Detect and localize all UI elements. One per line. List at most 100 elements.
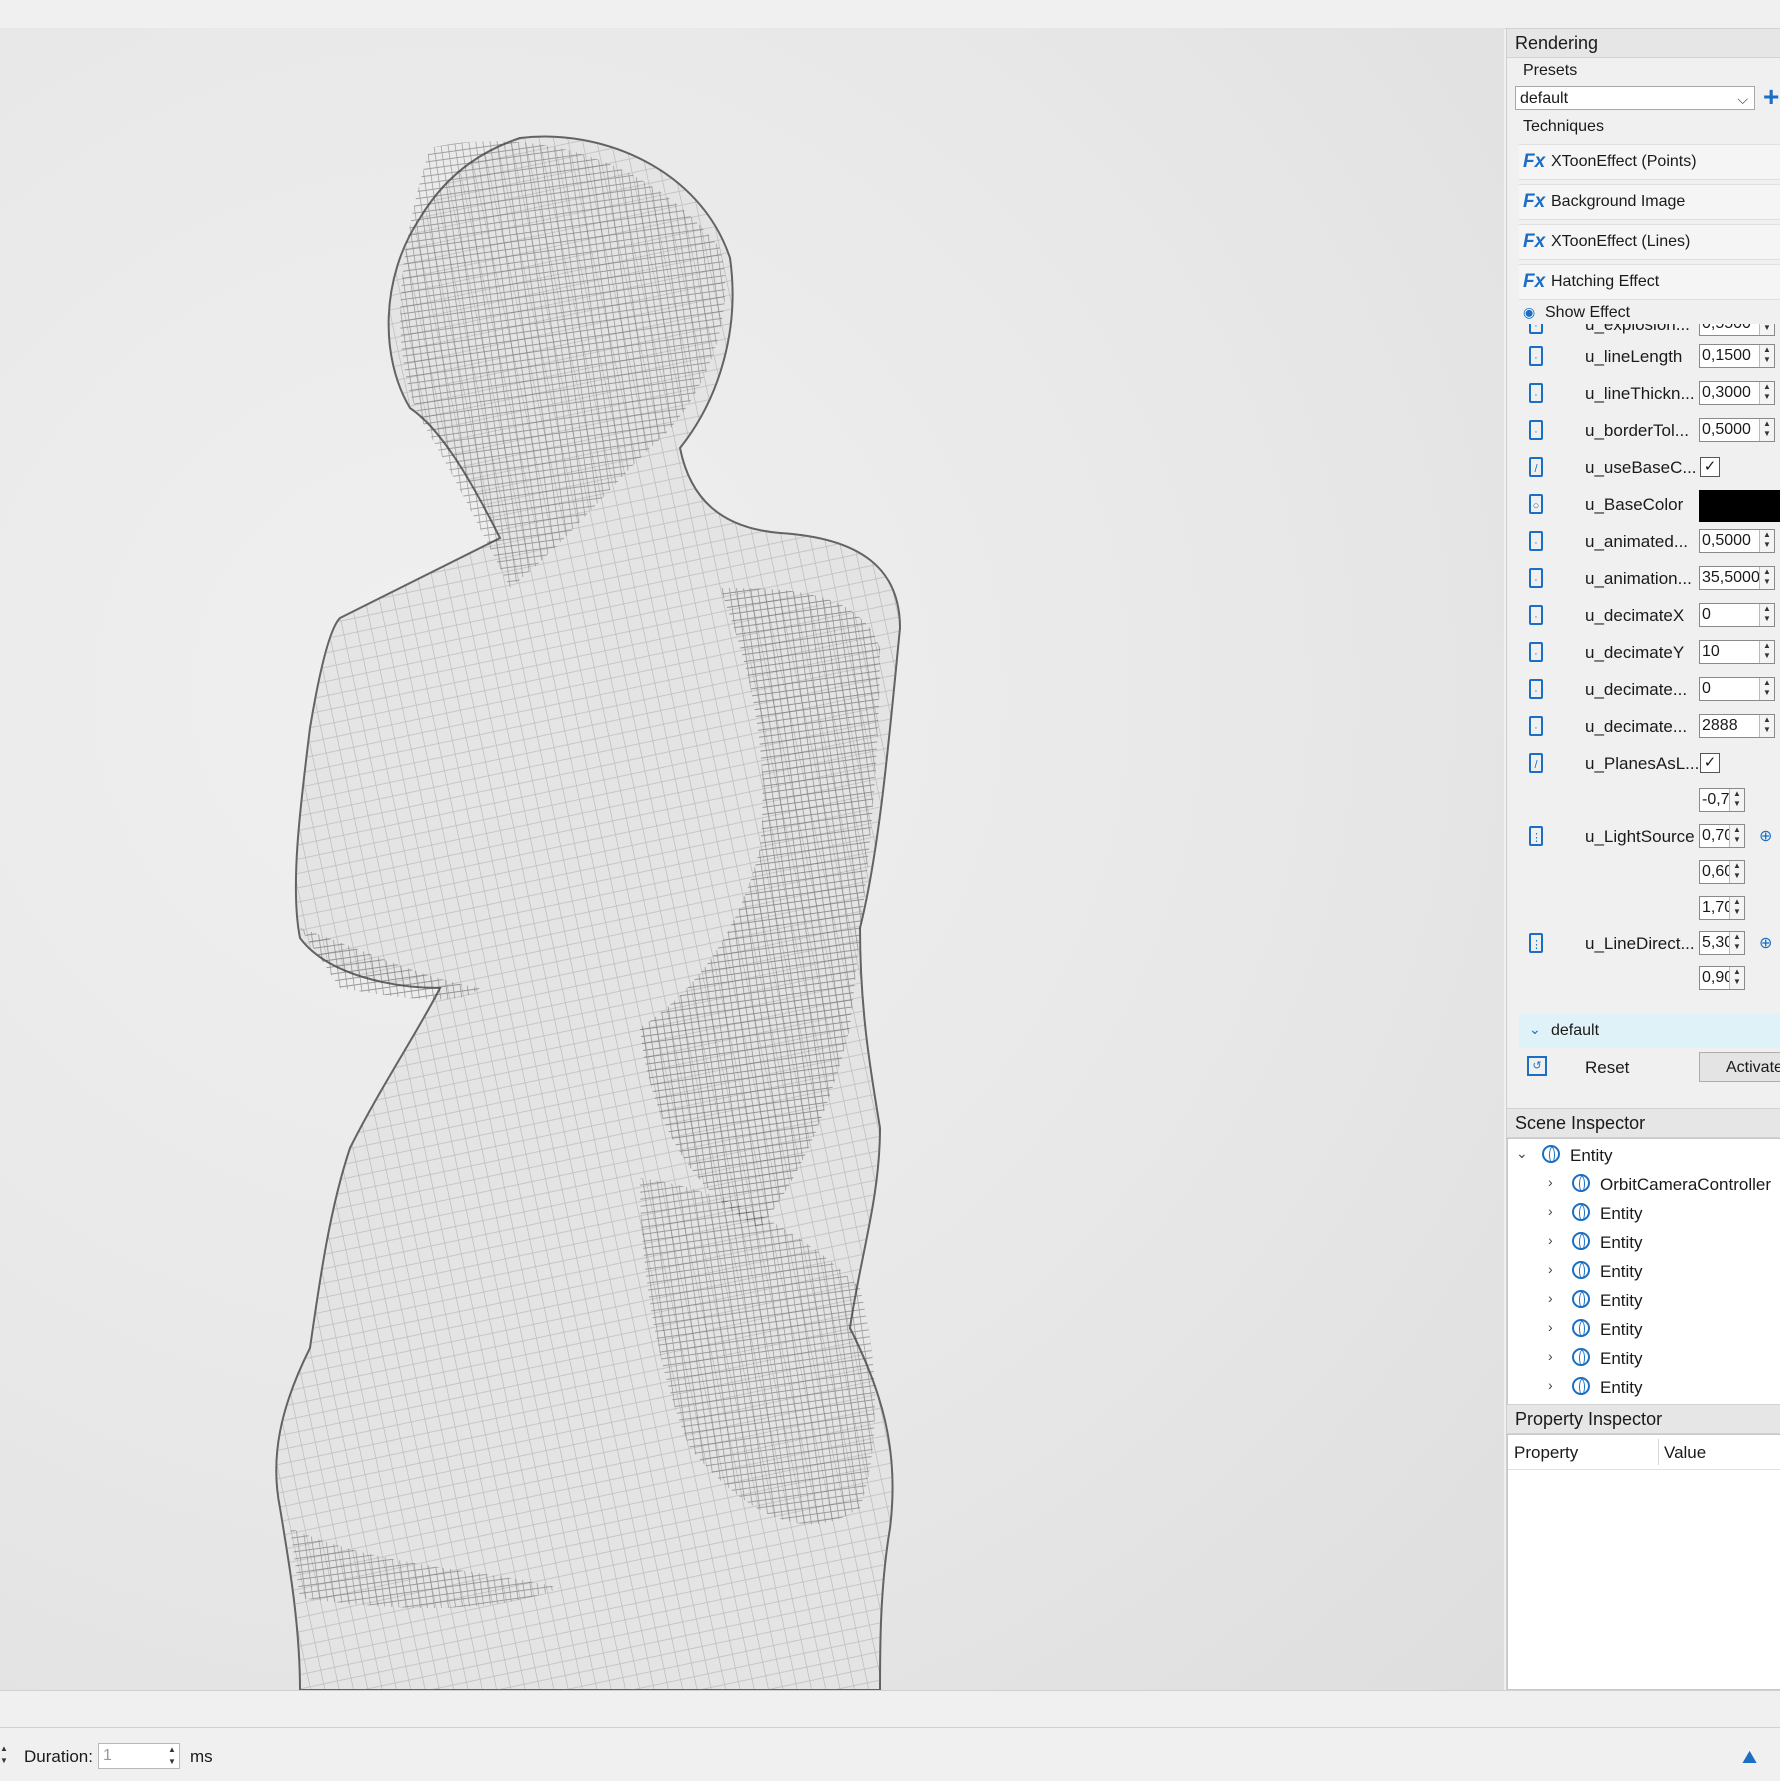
param-spinbox[interactable]: 10 ▲ ▼ [1699,640,1775,664]
technique-label: XToonEffect (Points) [1551,153,1697,170]
spin-arrows-icon[interactable]: ▲▼ [1759,678,1774,700]
chevron-down-icon: ⌵ [1737,91,1748,107]
tree-node[interactable]: › Entity [1508,1373,1780,1401]
render-viewport[interactable] [0,28,1504,1690]
add-preset-icon[interactable]: + [1763,83,1779,111]
spin-arrows-icon[interactable]: ▲▼ [1729,967,1744,989]
link-icon[interactable]: ⊕ [1759,933,1772,953]
preset-dropdown[interactable]: default ⌵ [1515,86,1755,110]
default-group-label: default [1551,1022,1600,1039]
show-effect-toggle[interactable]: ◉ Show Effect [1519,302,1780,324]
fx-icon: Fx [1523,231,1546,252]
vector-parameter-icon: ⋮ [1529,826,1543,846]
tree-node[interactable]: › Entity [1508,1315,1780,1343]
chevron-right-icon[interactable]: › [1548,1319,1553,1335]
globe-icon [1572,1174,1590,1192]
bool-parameter-icon: / [1529,457,1543,477]
tree-node[interactable]: › Entity [1508,1257,1780,1285]
spin-arrows-icon[interactable]: ▲▼ [165,1744,179,1768]
spin-arrows-icon[interactable]: ▲▼ [1759,345,1774,367]
spin-arrows-icon[interactable]: ▲▼ [1759,324,1774,335]
param-checkbox[interactable]: ✓ [1700,753,1720,773]
vector-spinbox[interactable]: 1,70 ▲ ▼ [1699,896,1745,920]
spin-arrows-icon[interactable]: ▲▼ [1759,641,1774,663]
param-spinbox[interactable]: 0,3000 ▲ ▼ [1699,381,1775,405]
tree-node-label: Entity [1600,1291,1643,1310]
param-spinbox[interactable]: 0,5500 ▲▼ [1699,324,1775,336]
column-header-property[interactable]: Property [1514,1443,1578,1463]
eye-icon: ◉ [1523,304,1536,320]
vector-spinbox[interactable]: 0,70 ▲ ▼ [1699,824,1745,848]
column-divider[interactable] [1658,1439,1659,1465]
rendering-section-title: Rendering [1507,28,1780,58]
vector-spinbox[interactable]: -0,70 ▲ ▼ [1699,788,1745,812]
link-icon[interactable]: ⊕ [1759,826,1772,846]
top-toolbar [0,0,1780,29]
param-spinbox[interactable]: 0,5000 ▲ ▼ [1699,418,1775,442]
chevron-right-icon[interactable]: › [1548,1377,1553,1393]
tree-node-root[interactable]: ⌄ Entity [1508,1141,1780,1169]
duration-spinbox[interactable]: 1 ▲ ▼ [98,1743,180,1769]
spin-arrows-icon[interactable]: ▲▼ [1729,789,1744,811]
globe-icon [1542,1145,1560,1163]
chevron-down-icon[interactable]: ⌄ [1516,1145,1528,1162]
param-spinbox[interactable]: 0 ▲ ▼ [1699,677,1775,701]
activate-button[interactable]: Activate [1699,1052,1780,1082]
tree-node[interactable]: › Entity [1508,1228,1780,1256]
spin-arrows-icon[interactable]: ▲▼ [1729,825,1744,847]
chevron-right-icon[interactable]: › [1548,1174,1553,1190]
param-label: u_lineLength [1585,347,1683,366]
spin-arrows-icon[interactable]: ▲▼ [0,1743,16,1769]
spin-arrows-icon[interactable]: ▲▼ [1759,715,1774,737]
color-swatch[interactable] [1699,490,1780,522]
divider [0,1727,1780,1728]
chevron-right-icon[interactable]: › [1548,1261,1553,1277]
technique-label: Background Image [1551,193,1686,210]
param-value: 0,5500 [1702,324,1751,332]
tree-node[interactable]: › Entity [1508,1344,1780,1372]
param-spinbox[interactable]: 0 ▲ ▼ [1699,603,1775,627]
bool-parameter-icon: / [1529,753,1543,773]
vector-spinbox[interactable]: 0,90 ▲ ▼ [1699,966,1745,990]
chevron-right-icon[interactable]: › [1548,1290,1553,1306]
param-spinbox[interactable]: 35,5000 ▲ ▼ [1699,566,1775,590]
chevron-right-icon[interactable]: › [1548,1232,1553,1248]
spin-arrows-icon[interactable]: ▲▼ [1729,932,1744,954]
default-group-row[interactable]: ⌄ default [1519,1014,1780,1048]
spin-arrows-icon[interactable]: ▲▼ [1759,419,1774,441]
spin-arrows-icon[interactable]: ▲▼ [1729,861,1744,883]
param-row: · u_decimate... 2888 ▲ ▼ [1519,712,1780,742]
technique-item[interactable]: Fx Hatching Effect [1519,264,1780,300]
tree-node[interactable]: › OrbitCameraController [1508,1170,1780,1198]
param-spinbox[interactable]: 0,1500 ▲ ▼ [1699,344,1775,368]
param-value: 10 [1702,643,1720,660]
spin-arrows-icon[interactable]: ▲▼ [1729,897,1744,919]
param-row: · u_lineLength 0,1500 ▲ ▼ [1519,342,1780,372]
reset-icon[interactable]: ↺ [1527,1056,1547,1076]
spin-arrows-icon[interactable]: ▲▼ [1759,382,1774,404]
vector-spinbox[interactable]: 5,30 ▲ ▼ [1699,931,1745,955]
parameter-icon: · [1529,679,1543,699]
param-spinbox[interactable]: 2888 ▲ ▼ [1699,714,1775,738]
technique-item[interactable]: Fx Background Image [1519,184,1780,220]
presets-label: Presets [1523,62,1578,79]
param-checkbox[interactable]: ✓ [1700,457,1720,477]
spin-arrows-icon[interactable]: ▲▼ [1759,530,1774,552]
vector-spinbox[interactable]: 0,60 ▲ ▼ [1699,860,1745,884]
param-row: · u_animated... 0,5000 ▲ ▼ [1519,527,1780,557]
param-label: u_lineThickn... [1585,384,1695,403]
chevron-right-icon[interactable]: › [1548,1348,1553,1364]
spin-arrows-icon[interactable]: ▲▼ [1759,567,1774,589]
technique-item[interactable]: Fx XToonEffect (Lines) [1519,224,1780,260]
tree-node[interactable]: › Entity [1508,1199,1780,1227]
param-spinbox[interactable]: 0,5000 ▲ ▼ [1699,529,1775,553]
chevron-right-icon[interactable]: › [1548,1203,1553,1219]
tree-node-label: Entity [1600,1349,1643,1368]
technique-item[interactable]: Fx XToonEffect (Points) [1519,144,1780,180]
fx-icon: Fx [1523,271,1546,292]
column-header-value[interactable]: Value [1664,1443,1706,1463]
spin-arrows-icon[interactable]: ▲▼ [1759,604,1774,626]
tree-node[interactable]: › Entity [1508,1286,1780,1314]
mountain-icon[interactable]: ⛰ [1742,1747,1757,1768]
technique-label: Hatching Effect [1551,273,1660,290]
